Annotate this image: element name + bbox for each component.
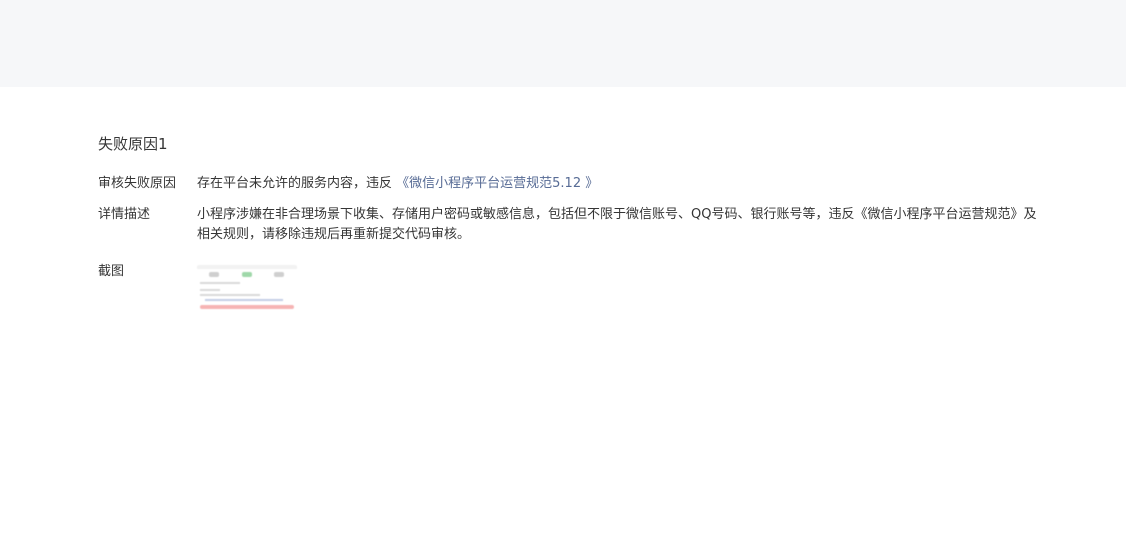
- reason-text: 存在平台未允许的服务内容，违反: [197, 176, 393, 191]
- thumbnail-tab-icon: [274, 272, 284, 277]
- thumbnail-line: [200, 294, 260, 296]
- screenshot-label: 截图: [98, 264, 125, 279]
- detail-row: 详情描述 小程序涉嫌在非合理场景下收集、存储用户密码或敏感信息，包括但不限于微信…: [98, 205, 1038, 245]
- thumbnail-line: [200, 289, 220, 291]
- thumbnail-tab-icon: [242, 272, 252, 277]
- reason-row: 审核失败原因 存在平台未允许的服务内容，违反 《微信小程序平台运营规范5.12 …: [98, 174, 1038, 194]
- failure-reason-panel: 失败原因1 审核失败原因 存在平台未允许的服务内容，违反 《微信小程序平台运营规…: [98, 134, 1038, 323]
- reason-label: 审核失败原因: [98, 176, 177, 191]
- screenshot-row: 截图: [98, 262, 1038, 312]
- screenshot-cell: [197, 262, 1038, 312]
- thumbnail-button: [200, 305, 294, 309]
- rule-link[interactable]: 《微信小程序平台运营规范5.12 》: [396, 176, 598, 191]
- reason-value: 存在平台未允许的服务内容，违反 《微信小程序平台运营规范5.12 》: [197, 174, 1038, 194]
- section-title: 失败原因1: [98, 135, 168, 153]
- detail-label: 详情描述: [98, 207, 151, 222]
- thumbnail-line: [200, 282, 240, 284]
- thumbnail-line: [205, 299, 283, 301]
- detail-text: 小程序涉嫌在非合理场景下收集、存储用户密码或敏感信息，包括但不限于微信账号、QQ…: [197, 207, 1037, 242]
- thumbnail-tab-icon: [209, 272, 219, 277]
- thumbnail-header: [197, 265, 297, 269]
- screenshot-thumbnail[interactable]: [197, 265, 297, 312]
- top-header-band: [0, 0, 1126, 87]
